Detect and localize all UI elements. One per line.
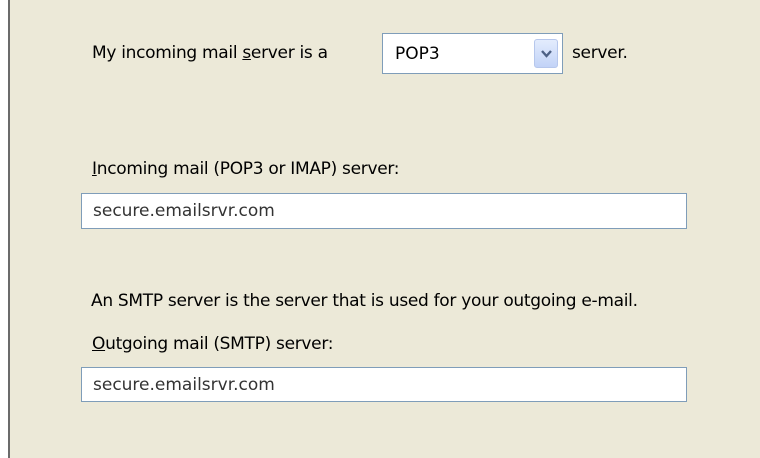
chevron-down-icon: [541, 50, 552, 58]
server-type-suffix: server.: [572, 43, 628, 63]
server-type-label: My incoming mail server is a: [92, 43, 328, 63]
server-type-dropdown[interactable]: POP3: [382, 33, 563, 74]
outgoing-server-label: Outgoing mail (SMTP) server:: [92, 334, 334, 354]
outgoing-server-field[interactable]: secure.emailsrvr.com: [81, 367, 687, 402]
server-type-selected-value: POP3: [395, 44, 440, 64]
smtp-info-text: An SMTP server is the server that is use…: [91, 291, 638, 311]
dropdown-button[interactable]: [534, 39, 558, 68]
incoming-server-label: Incoming mail (POP3 or IMAP) server:: [92, 159, 400, 179]
settings-panel: My incoming mail server is a POP3 server…: [8, 0, 760, 458]
incoming-server-field[interactable]: secure.emailsrvr.com: [81, 193, 687, 229]
